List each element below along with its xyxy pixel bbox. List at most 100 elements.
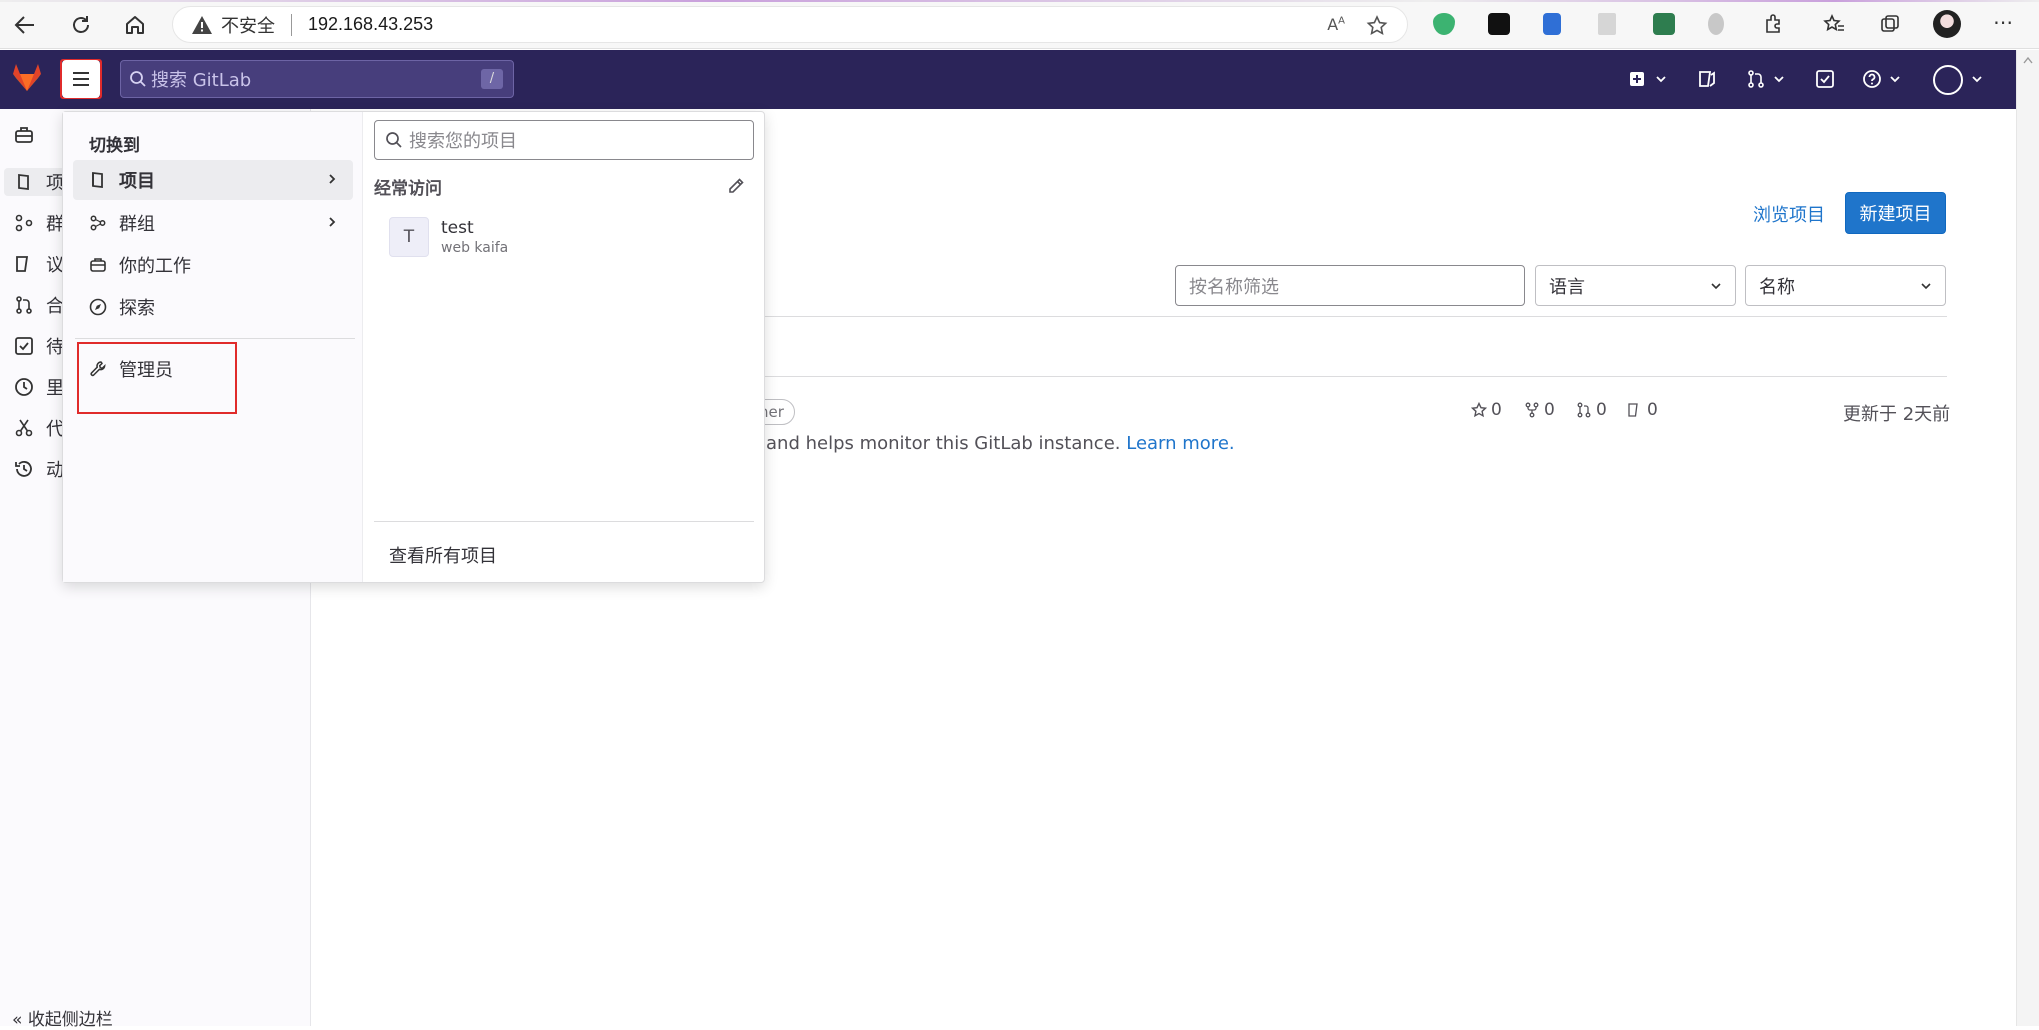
project-description: and helps monitor this GitLab instance. …: [766, 433, 1235, 454]
bird-extension-icon[interactable]: [1708, 13, 1724, 35]
search-shortcut-badge: /: [481, 69, 503, 89]
sidebar-item-todos[interactable]: 待: [14, 332, 64, 360]
project-icon: [92, 171, 103, 189]
hamburger-icon: [62, 60, 100, 98]
sort-dropdown[interactable]: 名称: [1745, 265, 1946, 306]
project-search-placeholder: 搜索您的项目: [409, 131, 517, 152]
more-menu-icon[interactable]: ⋯: [1992, 12, 2014, 35]
sidebar-item-activity[interactable]: 动: [14, 455, 64, 483]
plus-square-icon: [1630, 72, 1644, 86]
chevron-right-icon: [329, 174, 336, 184]
forks-value: 0: [1544, 400, 1555, 420]
document-extension-icon[interactable]: [1543, 13, 1561, 35]
shield-extension-icon[interactable]: [1433, 13, 1455, 35]
search-icon: [386, 132, 402, 148]
issues-button[interactable]: [1697, 67, 1717, 91]
warning-icon: [192, 15, 212, 34]
home-button[interactable]: [118, 8, 152, 42]
address-bar[interactable]: 不安全 192.168.43.253 AA: [172, 6, 1408, 43]
browse-projects-link[interactable]: 浏览项目: [1753, 201, 1825, 227]
new-project-button[interactable]: 新建项目: [1845, 192, 1946, 234]
main-menu-button[interactable]: [60, 59, 102, 99]
learn-more-link[interactable]: Learn more.: [1126, 433, 1234, 454]
url-text[interactable]: 192.168.43.253: [308, 14, 433, 35]
help-dropdown[interactable]: [1862, 67, 1902, 91]
sidebar-item-milestones[interactable]: 里: [14, 373, 64, 401]
address-separator: [291, 13, 292, 36]
extensions-puzzle-icon[interactable]: [1762, 13, 1784, 35]
refresh-button[interactable]: [64, 8, 98, 42]
user-avatar[interactable]: [1933, 65, 1963, 95]
project-search-input[interactable]: 搜索您的项目: [374, 120, 754, 160]
todos-button[interactable]: [1815, 67, 1835, 91]
main-menu-dropdown: 切换到 项目 群组 你的工作 探索 管理员 搜索您的项目 经常访问 T test…: [62, 111, 765, 583]
issues-value: 0: [1647, 400, 1658, 420]
menu-switch-section: 切换到 项目 群组 你的工作 探索 管理员: [63, 112, 363, 582]
profile-avatar-icon[interactable]: [1933, 10, 1961, 38]
collections-icon[interactable]: [1879, 13, 1901, 35]
project-namespace: web kaifa: [441, 240, 509, 256]
stars-count[interactable]: 0: [1471, 400, 1502, 420]
sidebar-item-issues[interactable]: 议: [14, 250, 64, 278]
menu-right-divider: [374, 521, 754, 522]
menu-item-projects[interactable]: 项目: [73, 160, 353, 200]
gitlab-logo-icon[interactable]: [10, 60, 44, 94]
merge-request-icon: [1748, 70, 1764, 88]
frequent-project-item[interactable]: T test web kaifa: [389, 214, 749, 260]
sidebar-context-header[interactable]: [14, 121, 34, 149]
language-dropdown[interactable]: 语言: [1535, 265, 1736, 306]
merge-request-icon: [16, 296, 32, 314]
project-icon: [18, 173, 29, 191]
search-icon: [130, 71, 146, 87]
chevron-down-icon: [1711, 282, 1721, 289]
menu-item-your-work[interactable]: 你的工作: [73, 245, 353, 285]
create-new-dropdown[interactable]: [1628, 67, 1668, 91]
pencil-icon[interactable]: [726, 176, 746, 196]
briefcase-icon: [90, 258, 106, 272]
menu-item-groups[interactable]: 群组: [73, 203, 353, 243]
tab-accent-line: [0, 0, 2039, 2]
scroll-up-arrow-icon[interactable]: [2023, 56, 2033, 64]
a-extension-icon[interactable]: [1598, 13, 1616, 35]
download-extension-icon[interactable]: [1653, 13, 1675, 35]
glasses-extension-icon[interactable]: [1488, 13, 1510, 35]
history-icon: [15, 461, 32, 477]
filter-by-name-input[interactable]: 按名称筛选: [1175, 265, 1525, 306]
issues-count[interactable]: 0: [1627, 400, 1658, 420]
page-scrollbar[interactable]: [2016, 50, 2039, 1026]
merge-requests-count[interactable]: 0: [1576, 400, 1607, 420]
chevron-right-icon: [329, 217, 336, 227]
project-text: test web kaifa: [441, 218, 508, 256]
group-icon: [15, 214, 33, 232]
todo-icon: [15, 337, 33, 355]
issues-icon: [1699, 71, 1715, 87]
sidebar-item-merge-requests[interactable]: 合: [14, 291, 64, 319]
switch-to-heading: 切换到: [89, 136, 140, 156]
sidebar-item-snippets[interactable]: 代: [14, 414, 64, 442]
forks-count[interactable]: 0: [1524, 400, 1555, 420]
back-button[interactable]: [8, 8, 42, 42]
collapse-sidebar-button[interactable]: « 收起侧边栏: [12, 1005, 113, 1030]
scissors-icon: [15, 419, 33, 437]
favorite-add-icon[interactable]: [1365, 14, 1389, 38]
menu-divider: [75, 338, 355, 339]
menu-item-explore[interactable]: 探索: [73, 287, 353, 327]
fork-icon: [1525, 402, 1539, 418]
stars-value: 0: [1491, 400, 1502, 420]
issues-icon: [16, 256, 29, 272]
chevron-down-icon: [1890, 76, 1900, 83]
home-icon: [126, 16, 144, 34]
updated-timestamp: 更新于 2天前: [1843, 404, 1951, 425]
admin-highlight-box: [77, 342, 237, 414]
favorites-icon[interactable]: [1823, 13, 1845, 35]
menu-item-label: 项目: [119, 171, 155, 192]
language-dropdown-label: 语言: [1549, 276, 1585, 298]
gitlab-search-input[interactable]: 搜索 GitLab /: [120, 60, 514, 98]
view-all-projects-link[interactable]: 查看所有项目: [389, 542, 497, 568]
merge-requests-dropdown[interactable]: [1746, 67, 1786, 91]
insecure-label[interactable]: 不安全: [221, 12, 275, 38]
sidebar-item-groups[interactable]: 群: [14, 209, 64, 237]
chevron-down-icon: [1774, 76, 1784, 83]
read-aloud-icon[interactable]: AA: [1327, 15, 1345, 34]
chevron-down-icon[interactable]: [1970, 72, 1984, 86]
